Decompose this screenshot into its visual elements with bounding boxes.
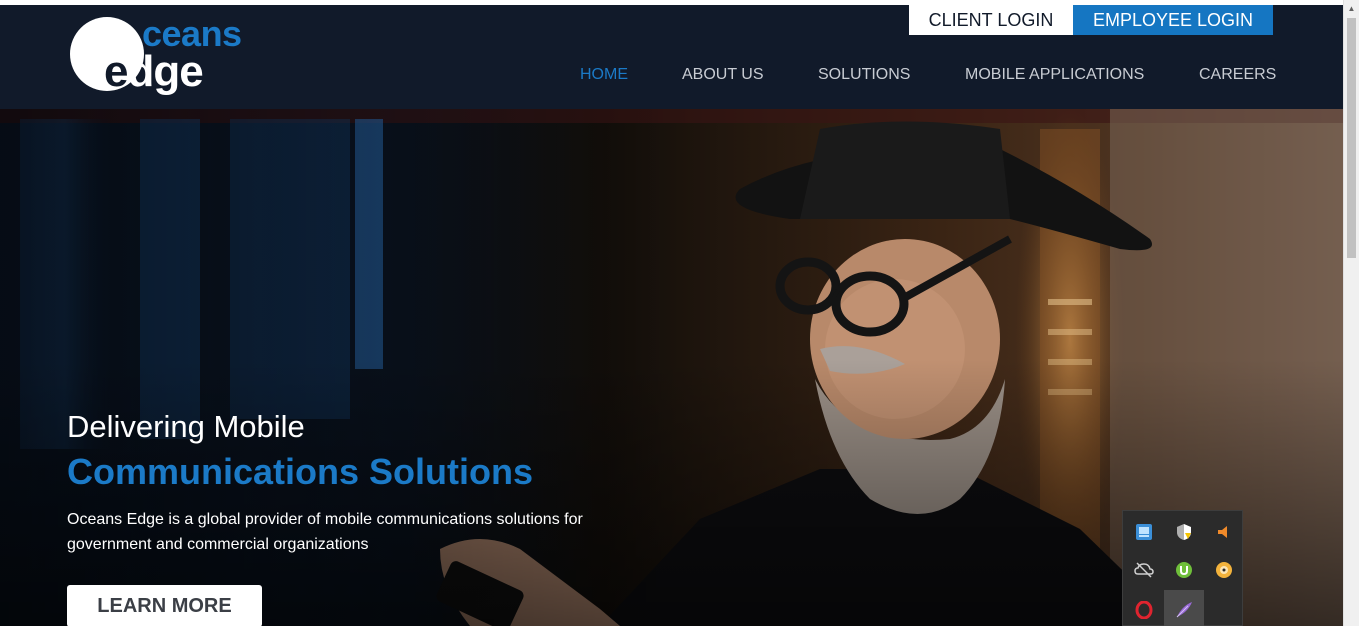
security-shield-icon[interactable] xyxy=(1164,512,1204,552)
scroll-thumb[interactable] xyxy=(1347,18,1356,258)
learn-more-button[interactable]: LEARN MORE xyxy=(67,585,262,626)
client-login-button[interactable]: CLIENT LOGIN xyxy=(909,5,1073,35)
nav-careers[interactable]: CAREERS xyxy=(1199,66,1276,84)
page-scrollbar[interactable]: ▲ xyxy=(1343,0,1359,626)
cd-disc-icon[interactable] xyxy=(1204,550,1244,590)
nav-about-us[interactable]: ABOUT US xyxy=(682,66,764,84)
nav-solutions[interactable]: SOLUTIONS xyxy=(818,66,910,84)
nav-home[interactable]: HOME xyxy=(580,66,628,84)
main-nav: HOME ABOUT US SOLUTIONS MOBILE APPLICATI… xyxy=(0,66,1343,90)
hero-heading-line2: Communications Solutions xyxy=(67,451,534,492)
nav-mobile-applications[interactable]: MOBILE APPLICATIONS xyxy=(965,66,1144,84)
site-header: ceans edge CLIENT LOGIN EMPLOYEE LOGIN H… xyxy=(0,5,1343,109)
feather-pen-icon[interactable] xyxy=(1164,590,1204,626)
speaker-muted-icon[interactable] xyxy=(1204,512,1244,552)
network-app-icon[interactable] xyxy=(1124,512,1164,552)
utorrent-icon[interactable] xyxy=(1164,550,1204,590)
browser-viewport: ceans edge CLIENT LOGIN EMPLOYEE LOGIN H… xyxy=(0,0,1359,626)
employee-login-button[interactable]: EMPLOYEE LOGIN xyxy=(1073,5,1273,35)
hero-heading-line1: Delivering Mobile xyxy=(67,409,305,444)
hero-description: Oceans Edge is a global provider of mobi… xyxy=(67,511,583,553)
system-tray-popup xyxy=(1122,510,1243,626)
cloud-offline-icon[interactable] xyxy=(1124,550,1164,590)
scroll-up-arrow-icon[interactable]: ▲ xyxy=(1344,0,1359,17)
opera-icon[interactable] xyxy=(1124,590,1164,626)
